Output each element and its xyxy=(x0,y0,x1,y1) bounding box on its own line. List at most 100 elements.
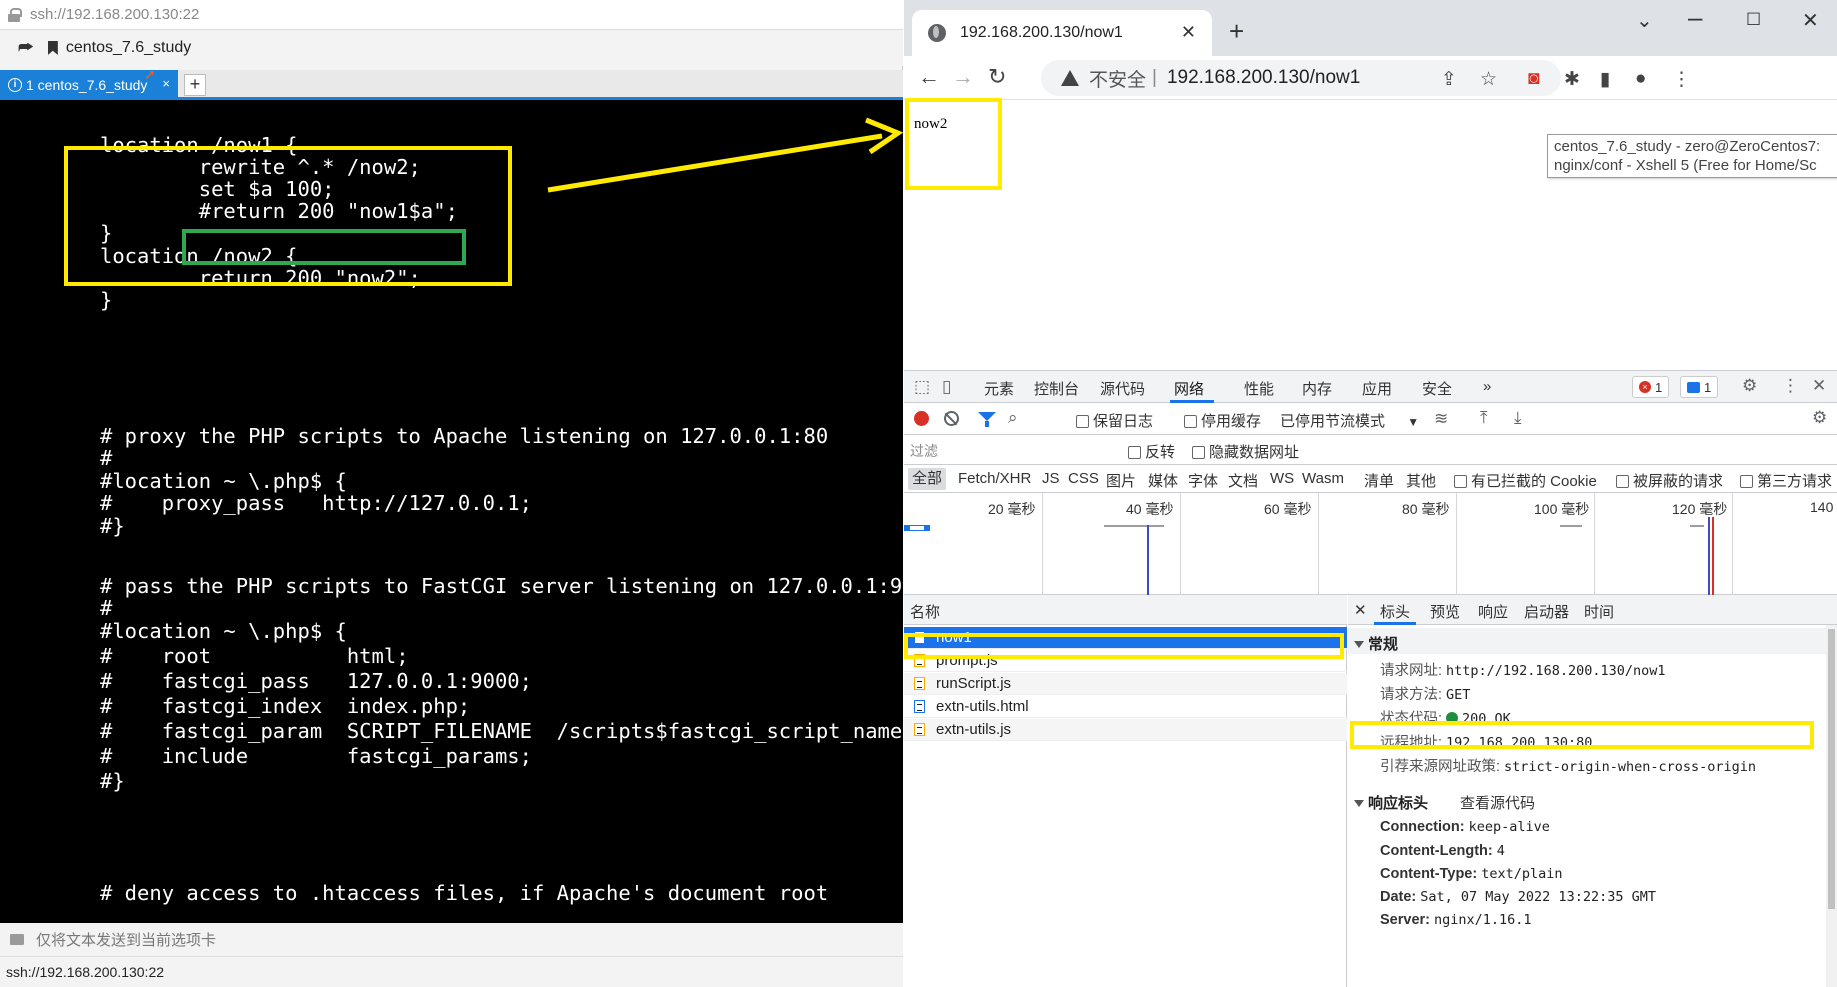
name-column-header[interactable]: 名称 xyxy=(904,595,1347,625)
load-event-line xyxy=(1712,517,1714,595)
throttle-select[interactable]: 已停用节流模式 ▼ xyxy=(1280,410,1419,431)
type-filter-img[interactable]: 图片 xyxy=(1106,470,1136,491)
close-details-icon[interactable]: ✕ xyxy=(1354,601,1367,619)
details-tab-headers[interactable]: 标头 xyxy=(1380,601,1410,622)
timeline-tick-label: 100 毫秒 xyxy=(1534,501,1590,517)
search-icon[interactable]: ⌕ xyxy=(1008,408,1018,428)
close-window-icon[interactable]: ✕ xyxy=(1802,8,1819,33)
menu-kebab-icon[interactable]: ⋮ xyxy=(1672,68,1691,91)
tab-close-icon[interactable]: × xyxy=(162,76,170,91)
disable-cache-label: 停用缓存 xyxy=(1201,413,1262,430)
details-tab-preview[interactable]: 预览 xyxy=(1430,601,1460,622)
details-tab-timing[interactable]: 时间 xyxy=(1584,601,1614,622)
add-tab-button[interactable]: + xyxy=(184,74,206,96)
network-overview-timeline[interactable]: 20 毫秒 40 毫秒 60 毫秒 80 毫秒 100 毫秒 120 毫秒 14… xyxy=(904,493,1837,595)
new-tab-button[interactable]: + xyxy=(1229,16,1244,47)
extension-red-icon[interactable]: ◙ xyxy=(1528,68,1539,90)
close-devtools-icon[interactable]: ✕ xyxy=(1812,376,1826,396)
devtools-tab-network[interactable]: 网络 xyxy=(1174,378,1204,399)
request-name: extn-utils.html xyxy=(936,698,1029,715)
clear-icon[interactable] xyxy=(944,411,959,426)
devtools-tab-elements[interactable]: 元素 xyxy=(984,378,1014,399)
message-badge[interactable]: 1 xyxy=(1680,376,1719,398)
close-tab-icon[interactable]: ✕ xyxy=(1181,22,1196,43)
settings-gear-icon[interactable]: ⚙ xyxy=(1742,376,1757,396)
terminal-line: # xyxy=(100,446,113,470)
browser-tab[interactable]: 192.168.200.130/now1 ✕ xyxy=(912,10,1212,56)
view-source-link[interactable]: 查看源代码 xyxy=(1460,795,1535,812)
preserve-log-checkbox[interactable]: 保留日志 xyxy=(1076,410,1153,431)
devtools-tab-sources[interactable]: 源代码 xyxy=(1100,378,1145,399)
side-panel-icon[interactable]: ▮ xyxy=(1600,68,1610,91)
extensions-puzzle-icon[interactable]: ✱ xyxy=(1564,68,1580,91)
export-har-icon[interactable]: ⤓ xyxy=(1514,408,1522,428)
record-icon[interactable] xyxy=(914,411,929,426)
header-value: Sat, 07 May 2022 13:22:35 GMT xyxy=(1420,889,1656,905)
chrome-toolbar: ← → ↻ 不安全 | 192.168.200.130/now1 ⇪ ☆ ◙ ✱… xyxy=(904,56,1837,100)
timeline-gridline xyxy=(1042,493,1043,595)
response-headers-section-header[interactable]: 响应标头 查看源代码 xyxy=(1348,787,1828,813)
device-toolbar-icon[interactable]: ▯ xyxy=(942,377,951,397)
terminal-line: # proxy the PHP scripts to Apache listen… xyxy=(100,424,829,448)
devtools-menu-icon[interactable]: ⋮ xyxy=(1782,376,1799,396)
send-to-tab-bar[interactable]: 仅将文本发送到当前选项卡 xyxy=(0,923,903,957)
details-tab-response[interactable]: 响应 xyxy=(1478,601,1508,622)
type-filter-font[interactable]: 字体 xyxy=(1188,470,1218,491)
xshell-address-bar[interactable]: ssh://192.168.200.130:22 xyxy=(0,0,903,30)
minimize-icon[interactable]: – xyxy=(1688,2,1702,33)
error-badge[interactable]: × 1 xyxy=(1632,376,1670,398)
scrollbar-thumb[interactable] xyxy=(1828,629,1835,909)
response-header-row: Server: nginx/1.16.1 xyxy=(1380,912,1532,928)
reload-icon[interactable]: ↻ xyxy=(988,64,1006,90)
request-row[interactable]: extn-utils.html xyxy=(904,696,1347,718)
document-icon xyxy=(914,700,925,713)
request-row[interactable]: runScript.js xyxy=(904,673,1347,695)
type-filter-all[interactable]: 全部 xyxy=(908,468,947,490)
blocked-requests-checkbox[interactable]: 被屏蔽的请求 xyxy=(1616,470,1723,491)
type-filter-media[interactable]: 媒体 xyxy=(1148,470,1178,491)
terminal-line: # include fastcgi_params; xyxy=(100,744,532,768)
filter-input[interactable]: 过滤 xyxy=(908,438,1108,462)
header-value: GET xyxy=(1446,687,1471,703)
type-filter-manifest[interactable]: 清单 xyxy=(1364,470,1394,491)
third-party-checkbox[interactable]: 第三方请求 xyxy=(1740,470,1832,491)
general-section-header[interactable]: 常规 xyxy=(1348,628,1828,654)
details-tab-initiator[interactable]: 启动器 xyxy=(1524,601,1569,622)
import-har-icon[interactable]: ⤒ xyxy=(1480,408,1488,428)
bookmark-label[interactable]: centos_7.6_study xyxy=(66,39,191,57)
share-icon[interactable]: ⇪ xyxy=(1441,68,1457,91)
profile-avatar-icon[interactable]: ● xyxy=(1635,68,1646,90)
devtools-tab-memory[interactable]: 内存 xyxy=(1302,378,1332,399)
terminal-line: } xyxy=(100,288,113,312)
network-conditions-icon[interactable]: ≋ xyxy=(1434,409,1448,429)
invert-checkbox[interactable]: 反转 xyxy=(1128,441,1175,462)
hide-data-urls-checkbox[interactable]: 隐藏数据网址 xyxy=(1192,441,1299,462)
type-filter-fetch[interactable]: Fetch/XHR xyxy=(958,470,1031,487)
session-arrow-icon[interactable]: ⮫ xyxy=(18,38,34,58)
maximize-icon[interactable]: ☐ xyxy=(1746,10,1761,30)
back-icon[interactable]: ← xyxy=(918,64,940,90)
type-filter-js[interactable]: JS xyxy=(1042,470,1060,487)
forward-icon[interactable]: → xyxy=(952,64,974,90)
devtools-tab-application[interactable]: 应用 xyxy=(1362,378,1392,399)
request-row[interactable]: extn-utils.js xyxy=(904,719,1347,741)
disable-cache-checkbox[interactable]: 停用缓存 xyxy=(1184,410,1261,431)
tab-search-icon[interactable]: ⌄ xyxy=(1636,8,1653,33)
network-settings-icon[interactable]: ⚙ xyxy=(1812,408,1827,428)
devtools-tab-performance[interactable]: 性能 xyxy=(1244,378,1274,399)
request-details: ✕ 标头 预览 响应 启动器 时间 常规 请求网址: http://192.168… xyxy=(1348,595,1837,987)
devtools-more-tabs[interactable]: » xyxy=(1483,378,1491,395)
devtools-tab-console[interactable]: 控制台 xyxy=(1034,378,1079,399)
type-filter-doc[interactable]: 文档 xyxy=(1228,470,1258,491)
devtools-tab-security[interactable]: 安全 xyxy=(1422,378,1452,399)
type-filter-wasm[interactable]: Wasm xyxy=(1302,470,1344,487)
details-scrollbar[interactable] xyxy=(1826,625,1837,987)
type-filter-css[interactable]: CSS xyxy=(1068,470,1099,487)
inspect-element-icon[interactable]: ⬚ xyxy=(914,377,930,397)
bookmark-star-icon[interactable]: ☆ xyxy=(1480,68,1497,91)
blocked-cookies-checkbox[interactable]: 有已拦截的 Cookie xyxy=(1454,470,1597,491)
type-filter-ws[interactable]: WS xyxy=(1270,470,1294,487)
devtools-panel: ⬚ ▯ 元素 控制台 源代码 网络 性能 内存 应用 安全 » × 1 1 ⚙ … xyxy=(904,370,1837,987)
type-filter-other[interactable]: 其他 xyxy=(1406,470,1436,491)
filter-funnel-icon[interactable] xyxy=(978,412,996,427)
